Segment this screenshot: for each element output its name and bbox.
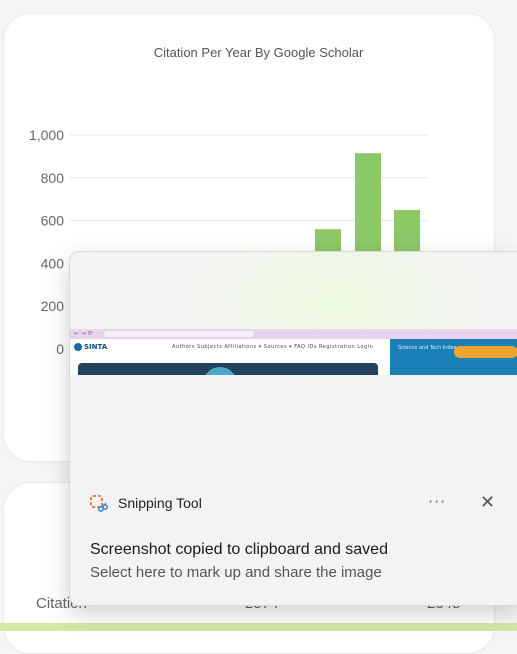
toast-body: Select here to mark up and share the ima…	[90, 564, 382, 581]
y-tick-label: 800	[41, 170, 65, 186]
close-icon[interactable]: ✕	[480, 492, 495, 513]
snipping-tool-icon	[90, 495, 108, 512]
preview-side-panel: Science and Tech Index	[390, 339, 517, 375]
preview-nav-icons: ← → ⟳	[74, 330, 93, 337]
preview-url-bar	[104, 331, 254, 337]
snipping-tool-notification[interactable]: ← → ⟳ SINTA Authors Subjects Affiliation…	[69, 251, 517, 606]
preview-logo: SINTA	[74, 343, 107, 351]
preview-banner-orb	[203, 367, 237, 375]
toast-heading: Screenshot copied to clipboard and saved	[90, 541, 388, 558]
y-tick-label: 600	[41, 213, 65, 229]
preview-menu: Authors Subjects Affiliations ▾ Sources …	[172, 344, 374, 350]
bottom-strip	[0, 623, 517, 631]
preview-side-text: Science and Tech Index	[398, 345, 457, 351]
screenshot-preview[interactable]: ← → ⟳ SINTA Authors Subjects Affiliation…	[70, 329, 517, 375]
more-options-icon[interactable]: ···	[428, 492, 446, 511]
preview-side-button	[454, 346, 517, 358]
preview-logo-text: SINTA	[84, 343, 108, 351]
y-tick-label: 400	[41, 255, 65, 271]
preview-banner	[78, 363, 378, 375]
toast-app-name: Snipping Tool	[118, 495, 202, 511]
y-tick-label: 200	[41, 298, 65, 314]
y-tick-label: 0	[56, 341, 64, 357]
y-tick-label: 1,000	[29, 127, 64, 143]
preview-tabbar: ← → ⟳	[70, 330, 517, 339]
